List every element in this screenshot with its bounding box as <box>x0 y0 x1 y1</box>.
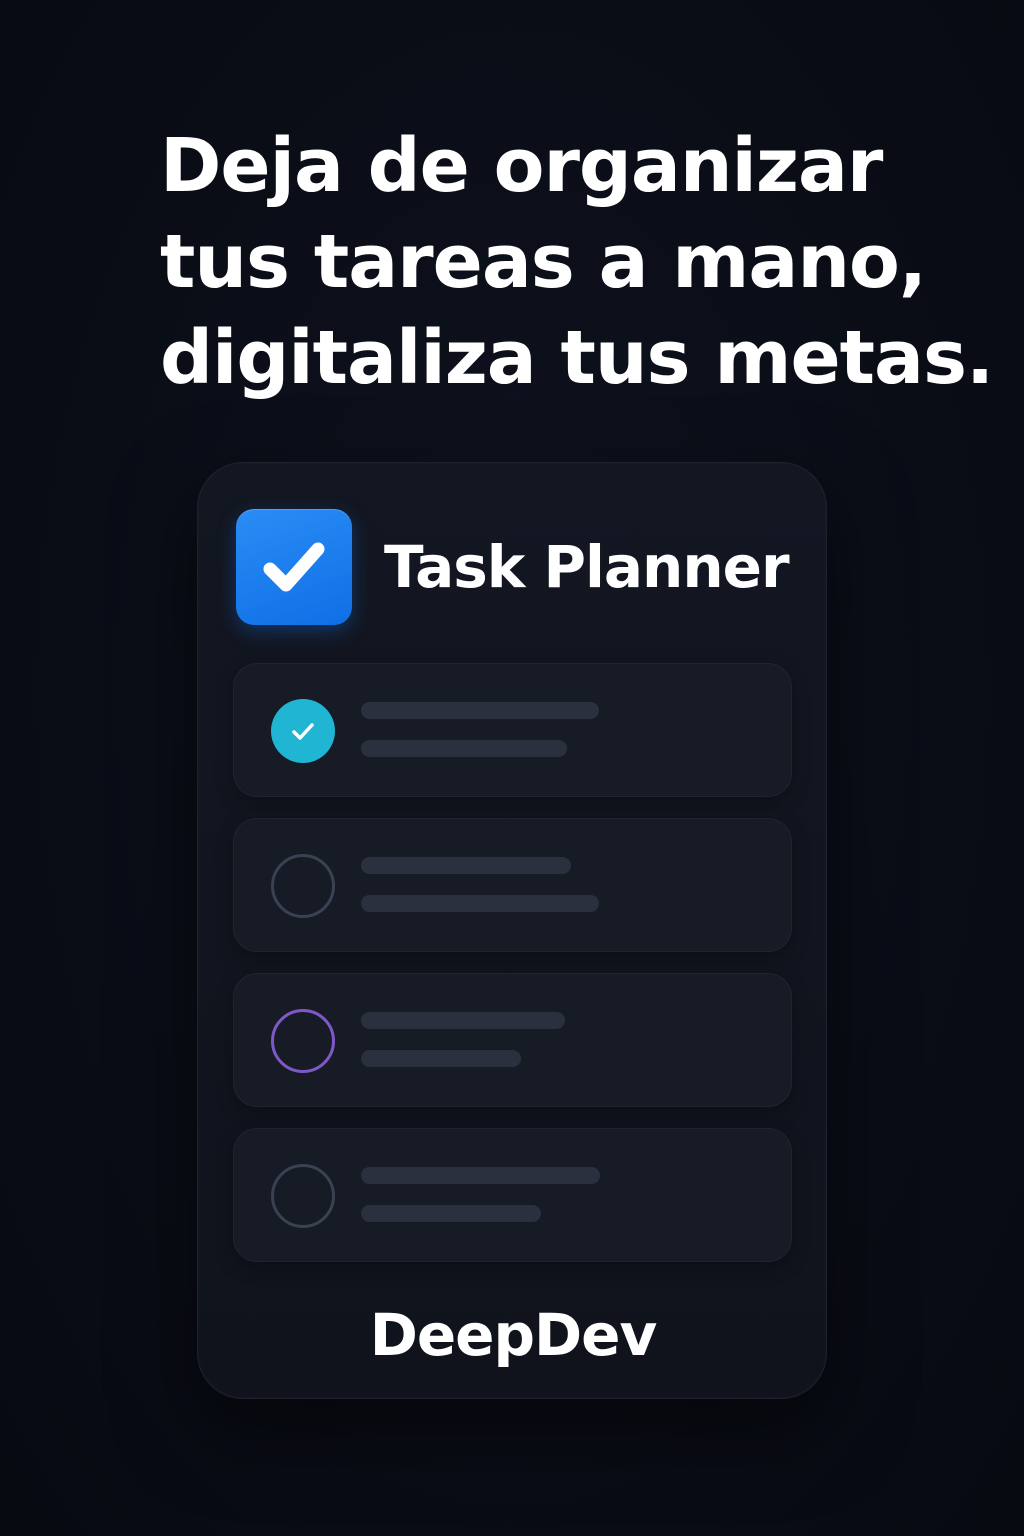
task-title-placeholder <box>361 1167 600 1184</box>
checkbox-check-icon <box>236 509 352 625</box>
task-item[interactable] <box>233 973 792 1107</box>
task-title-placeholder <box>361 857 571 874</box>
task-subtitle-placeholder <box>361 895 599 912</box>
app-card: Task Planner DeepDev <box>197 462 827 1399</box>
empty-circle-icon[interactable] <box>271 854 335 918</box>
task-subtitle-placeholder <box>361 1205 541 1222</box>
empty-circle-icon[interactable] <box>271 1164 335 1228</box>
app-title: Task Planner <box>384 533 790 601</box>
headline-line-1: Deja de organizar <box>160 123 883 209</box>
headline: Deja de organizar tus tareas a mano, dig… <box>160 118 994 406</box>
task-subtitle-placeholder <box>361 1050 521 1067</box>
brand-name: DeepDev <box>369 1301 658 1369</box>
task-item[interactable] <box>233 663 792 797</box>
task-title-placeholder <box>361 702 599 719</box>
task-subtitle-placeholder <box>361 740 567 757</box>
headline-line-3: digitaliza tus metas. <box>160 315 994 401</box>
task-item[interactable] <box>233 1128 792 1262</box>
check-circle-icon[interactable] <box>271 699 335 763</box>
task-item[interactable] <box>233 818 792 952</box>
task-title-placeholder <box>361 1012 565 1029</box>
app-header: Task Planner <box>236 509 790 625</box>
empty-circle-icon[interactable] <box>271 1009 335 1073</box>
headline-line-2: tus tareas a mano, <box>160 219 927 305</box>
